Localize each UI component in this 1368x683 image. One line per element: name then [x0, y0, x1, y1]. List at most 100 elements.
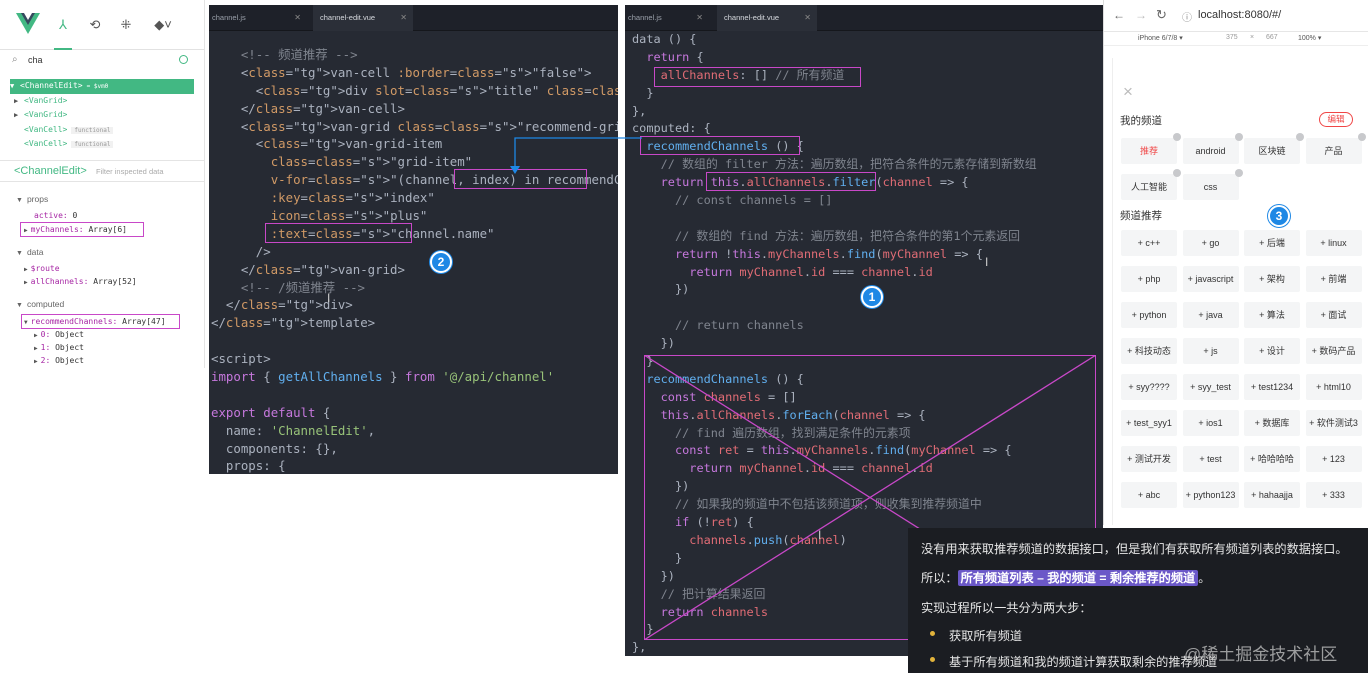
recommend-channel-chip[interactable]: + 后端	[1244, 230, 1300, 256]
recommend-channel-chip[interactable]: + syy????	[1121, 374, 1177, 400]
close-icon[interactable]: ✕	[400, 5, 407, 31]
code-line[interactable]: <!-- 频道推荐 -->	[211, 46, 618, 64]
forward-icon[interactable]: →	[1135, 8, 1147, 22]
tab-channel-js[interactable]: channel.js ✕	[625, 5, 709, 31]
code-line[interactable]: />	[211, 243, 618, 261]
remove-dot-icon[interactable]	[1296, 133, 1304, 141]
recommend-channel-chip[interactable]: + 前端	[1305, 266, 1362, 292]
computed-item[interactable]: ▶ 0: Object	[34, 330, 84, 339]
code-line[interactable]: })	[632, 281, 1037, 299]
code-line[interactable]: import { getAllChannels } from '@/api/ch…	[211, 368, 618, 386]
tree-row-vangrid[interactable]: ▶ <VanGrid>	[10, 94, 194, 109]
recommend-channel-chip[interactable]: + 科技动态	[1121, 338, 1177, 364]
data-route[interactable]: ▶ $route	[24, 264, 60, 273]
component-search[interactable]: ⌕ cha	[12, 50, 192, 70]
device-select[interactable]: iPhone 6/7/8 ▾	[1138, 34, 1183, 42]
tree-row-vancell[interactable]: <VanCell> functional	[10, 123, 194, 138]
recommend-channel-chip[interactable]: + java	[1182, 302, 1239, 328]
code-line[interactable]: <class="tg">div slot=class="s">"title" c…	[211, 82, 618, 100]
code-line[interactable]: data () {	[632, 31, 1037, 49]
recommend-channel-chip[interactable]: + 面试	[1305, 302, 1362, 328]
code-line[interactable]: // return channels	[632, 317, 1037, 335]
refresh-icon[interactable]	[179, 55, 188, 64]
code-line[interactable]: :key=class="s">"index"	[211, 189, 618, 207]
code-line[interactable]	[211, 332, 618, 350]
remove-dot-icon[interactable]	[1173, 169, 1181, 177]
remove-dot-icon[interactable]	[1234, 133, 1243, 141]
remove-dot-icon[interactable]	[1234, 169, 1243, 177]
recommend-channel-chip[interactable]: + python	[1121, 302, 1177, 328]
code-line[interactable]: <class="tg">van-cell :border=class="s">"…	[211, 64, 618, 82]
recommend-channel-chip[interactable]: + javascript	[1182, 266, 1239, 292]
tab-channel-edit-vue[interactable]: channel-edit.vue ✕	[717, 5, 817, 31]
history-tab-icon[interactable]: ⟲	[86, 17, 104, 33]
close-icon[interactable]: ✕	[294, 5, 301, 31]
recommend-channel-chip[interactable]: + 测试开发	[1121, 446, 1177, 472]
recommend-channel-chip[interactable]: + 哈哈哈哈	[1244, 446, 1300, 472]
recommend-channel-chip[interactable]: + 333	[1305, 482, 1362, 508]
code-line[interactable]: },	[632, 103, 1037, 121]
recommend-channel-chip[interactable]: + linux	[1305, 230, 1362, 256]
tab-channel-js[interactable]: channel.js ✕	[209, 5, 307, 31]
code-line[interactable]: name: 'ChannelEdit',	[211, 422, 618, 440]
code-editor-template[interactable]: channel.js ✕ channel-edit.vue ✕ <!-- 频道推荐 …	[209, 5, 618, 474]
recommend-channel-chip[interactable]: + syy_test	[1182, 374, 1239, 400]
reload-icon[interactable]: ↻	[1156, 7, 1167, 23]
data-allchannels[interactable]: ▶ allChannels: Array[52]	[24, 277, 137, 286]
tree-row-channeledit[interactable]: ▼ <ChannelEdit> = $vm0	[10, 79, 194, 94]
remove-dot-icon[interactable]	[1357, 133, 1366, 141]
close-icon[interactable]: ✕	[804, 5, 811, 31]
computed-item[interactable]: ▶ 2: Object	[34, 356, 84, 365]
recommend-channel-chip[interactable]: + go	[1182, 230, 1239, 256]
recommend-channel-chip[interactable]: + 123	[1305, 446, 1362, 472]
recommend-channel-chip[interactable]: + test1234	[1244, 374, 1300, 400]
back-icon[interactable]: ←	[1113, 8, 1125, 22]
code-line[interactable]: // 数组的 find 方法：遍历数组，把符合条件的第1个元素返回	[632, 228, 1037, 246]
more-tabs-icon[interactable]: ◆˅	[150, 17, 176, 33]
width-field[interactable]: 375	[1226, 34, 1238, 41]
my-channel-chip[interactable]: 人工智能	[1121, 174, 1177, 200]
code-line[interactable]: props: {	[211, 457, 618, 474]
code-line[interactable]	[211, 386, 618, 404]
recommend-channel-chip[interactable]: + test_syy1	[1121, 410, 1177, 436]
recommend-channel-chip[interactable]: + hahaajja	[1244, 482, 1300, 508]
code-line[interactable]: return !this.myChannels.find(myChannel =…	[632, 246, 1037, 264]
code-line[interactable]: })	[632, 335, 1037, 353]
code-line[interactable]: <script>	[211, 350, 618, 368]
props-section-label[interactable]: ▼ props	[16, 194, 48, 204]
tree-row-vangrid[interactable]: ▶ <VanGrid>	[10, 108, 194, 123]
recommend-channel-chip[interactable]: + 数码产品	[1305, 338, 1362, 364]
close-icon[interactable]: ×	[1123, 82, 1133, 102]
my-channel-chip[interactable]: 产品	[1305, 138, 1362, 164]
close-icon[interactable]: ✕	[696, 5, 703, 31]
code-content[interactable]: <!-- 频道推荐 --> <class="tg">van-cell :bord…	[211, 46, 618, 474]
info-icon[interactable]: ⓘ	[1182, 9, 1192, 24]
edit-button[interactable]: 编辑	[1319, 112, 1353, 127]
zoom-select[interactable]: 100% ▾	[1298, 34, 1321, 42]
recommend-channel-chip[interactable]: + 算法	[1244, 302, 1300, 328]
recommend-channel-chip[interactable]: + php	[1121, 266, 1177, 292]
filter-input[interactable]: Filter inspected data	[96, 167, 164, 176]
recommend-channel-chip[interactable]: + 设计	[1244, 338, 1300, 364]
code-line[interactable]: components: {},	[211, 440, 618, 458]
computed-item[interactable]: ▶ 1: Object	[34, 343, 84, 352]
recommend-channel-chip[interactable]: + 架构	[1244, 266, 1300, 292]
code-line[interactable]	[632, 299, 1037, 317]
my-channel-chip[interactable]: 区块链	[1244, 138, 1300, 164]
code-line[interactable]: </class="tg">van-cell>	[211, 100, 618, 118]
code-line[interactable]: <class="tg">van-grid class=class="s">"re…	[211, 118, 618, 136]
recommend-channel-chip[interactable]: + ios1	[1182, 410, 1239, 436]
recommend-channel-chip[interactable]: + 数据库	[1244, 410, 1300, 436]
height-field[interactable]: 667	[1266, 34, 1278, 41]
code-line[interactable]: <!-- /频道推荐 -->	[211, 279, 618, 297]
my-channel-chip[interactable]: 推荐	[1121, 138, 1177, 164]
data-section-label[interactable]: ▼ data	[16, 247, 43, 257]
tab-channel-edit-vue[interactable]: channel-edit.vue ✕	[313, 5, 413, 31]
components-tab-icon[interactable]: ⅄	[54, 17, 72, 50]
my-channel-chip[interactable]: android	[1182, 138, 1239, 164]
remove-dot-icon[interactable]	[1173, 133, 1181, 141]
code-line[interactable]: </class="tg">van-grid>	[211, 261, 618, 279]
recommend-channel-chip[interactable]: + js	[1182, 338, 1239, 364]
code-line[interactable]: return {	[632, 49, 1037, 67]
code-line[interactable]: </class="tg">div>	[211, 296, 618, 314]
